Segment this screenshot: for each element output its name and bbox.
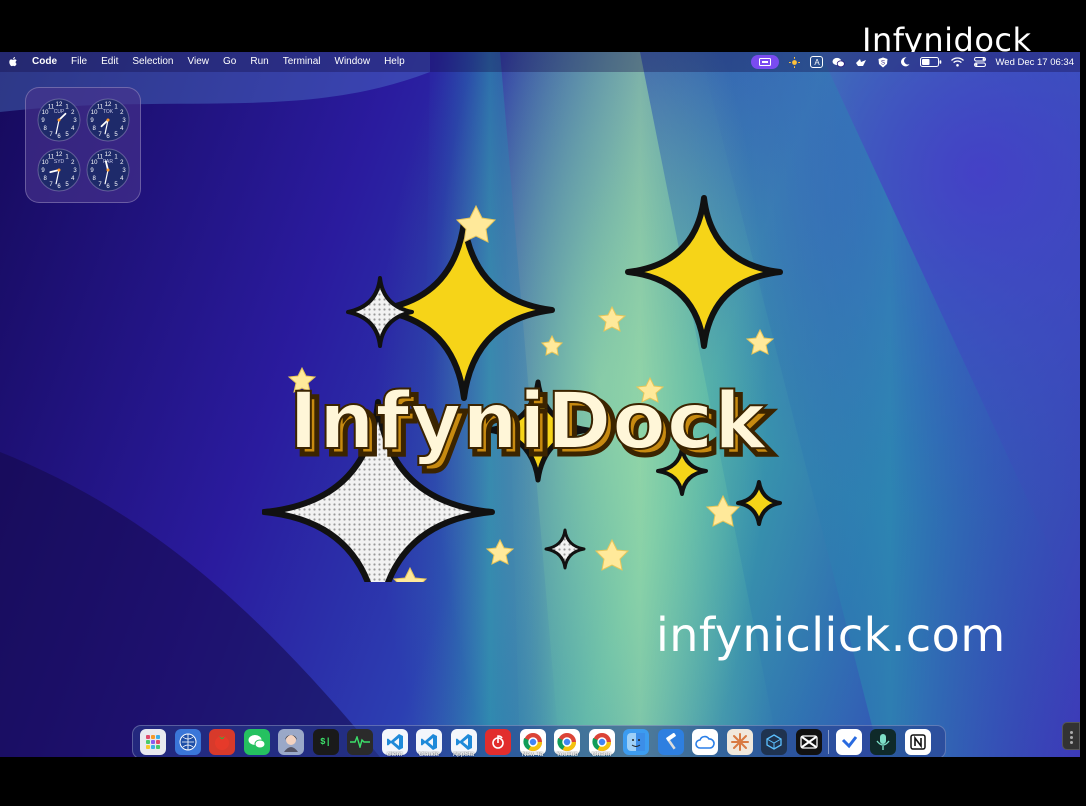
dock-item-chrome-youtube[interactable]: YouTub (552, 727, 582, 757)
world-clock-cup: 1234567891011 12CUP (37, 98, 81, 142)
dock-item-claude-app[interactable] (725, 727, 755, 757)
menu-view[interactable]: View (188, 52, 210, 72)
dock-item-avatar-app[interactable] (276, 727, 306, 757)
gold-star-right (625, 195, 783, 349)
dock-item-cube-app[interactable] (759, 727, 789, 757)
cloud-icon (692, 729, 718, 755)
desktop-screen: Code File Edit Selection View Go Run Ter… (0, 52, 1080, 757)
dock-item-terminal[interactable]: $| (311, 727, 341, 757)
control-center-icon[interactable] (973, 57, 986, 68)
silver-star-small (544, 528, 586, 570)
dock: $| client Claude AppSta New Ta YouTub Chann (132, 725, 946, 757)
dock-item-wechat[interactable] (242, 727, 272, 757)
dock-item-xcode[interactable] (656, 727, 686, 757)
svg-text:12: 12 (56, 152, 63, 158)
cube-icon (761, 729, 787, 755)
svg-text:S: S (881, 60, 885, 66)
chat-bubbles-icon (243, 729, 270, 755)
dock-item-task-app[interactable] (834, 727, 864, 757)
world-clock-widget[interactable]: 1 2 3 4 5 6 7 8 9 10 11 12 CUP 1 2 3 4 5 6 7 8 9 10 11 12 TOK 12… (25, 87, 141, 203)
dock-item-tomato-app[interactable] (207, 727, 237, 757)
clock-city-label: CUP (54, 109, 65, 115)
svg-text:12: 12 (56, 102, 63, 108)
apple-menu-icon[interactable] (8, 56, 18, 68)
notion-icon (904, 729, 931, 755)
world-clock-par: 1234567891011 12PAR (86, 148, 130, 192)
sun-icon[interactable] (788, 56, 801, 68)
logo-wordmark: InfyniDock (289, 377, 768, 467)
world-clock-syd: 1234567891011 12SYD (37, 148, 81, 192)
menu-go[interactable]: Go (223, 52, 236, 72)
clock-city-label: TOK (103, 109, 114, 115)
menu-bar: Code File Edit Selection View Go Run Ter… (0, 52, 1080, 72)
capcut-icon (795, 729, 822, 755)
menu-bar-status-area: A S Wed Dec 17 06:34 (751, 52, 1074, 72)
dock-item-vscode-claude[interactable]: Claude (414, 727, 444, 757)
dock-item-vscode-client[interactable]: client (380, 727, 410, 757)
pulse-icon (347, 729, 373, 755)
terminal-icon: $| (312, 729, 339, 755)
dock-item-vscode-appstore[interactable]: AppSta (449, 727, 479, 757)
svg-text:12: 12 (105, 152, 112, 158)
svg-text:10: 10 (91, 160, 98, 166)
menu-run[interactable]: Run (250, 52, 268, 72)
dock-item-netease-music[interactable] (483, 727, 513, 757)
menu-active-app[interactable]: Code (32, 52, 57, 72)
video-letterbox-bottom (0, 757, 1086, 806)
shield-s-icon[interactable]: S (876, 57, 889, 68)
check-icon (835, 729, 862, 755)
svg-text:10: 10 (42, 110, 49, 116)
clock-city-label: PAR (103, 159, 113, 165)
screen-share-icon[interactable] (751, 55, 780, 69)
dock-item-launchpad[interactable] (138, 727, 168, 757)
dock-item-safari-app[interactable] (173, 727, 203, 757)
dock-item-chrome-newtab[interactable]: New Ta (518, 727, 548, 757)
music-icon (485, 729, 511, 755)
wifi-icon[interactable] (951, 57, 965, 68)
dock-item-cloud-drive[interactable] (690, 727, 720, 757)
finder-icon (623, 729, 649, 755)
dock-item-finder[interactable] (621, 727, 651, 757)
grid-icon (140, 729, 166, 755)
gold-star-small-2 (736, 480, 782, 526)
dock-item-mic-app[interactable] (868, 727, 898, 757)
hammer-icon (657, 729, 684, 755)
dock-item-notion[interactable] (903, 727, 933, 757)
site-url: infyniclick.com (656, 608, 1006, 662)
mic-icon (870, 729, 896, 755)
menu-file[interactable]: File (71, 52, 87, 72)
dock-item-activity-monitor[interactable] (345, 727, 375, 757)
wechat-icon[interactable] (832, 57, 846, 68)
svg-text:10: 10 (42, 160, 49, 166)
input-source-icon[interactable]: A (810, 56, 824, 68)
clock-city-label: SYD (54, 159, 65, 165)
world-clock-tok: 1234567891011 12TOK (86, 98, 130, 142)
dock-separator (828, 730, 829, 754)
battery-icon[interactable] (920, 57, 942, 68)
menu-edit[interactable]: Edit (101, 52, 118, 72)
svg-text:12: 12 (105, 102, 112, 108)
dock-item-chrome-channel[interactable]: Chann (587, 727, 617, 757)
menu-bar-clock[interactable]: Wed Dec 17 06:34 (995, 57, 1074, 68)
menu-selection[interactable]: Selection (132, 52, 173, 72)
menu-window[interactable]: Window (335, 52, 371, 72)
side-panel-handle[interactable] (1062, 722, 1080, 750)
moon-icon[interactable] (898, 57, 911, 68)
asterisk-icon (726, 729, 753, 755)
menu-terminal[interactable]: Terminal (283, 52, 321, 72)
globe-icon (174, 729, 201, 755)
tomato-icon (209, 729, 235, 755)
svg-text:10: 10 (91, 110, 98, 116)
menu-help[interactable]: Help (384, 52, 405, 72)
dock-item-capcut[interactable] (794, 727, 824, 757)
avatar-icon (278, 729, 304, 755)
silver-star-top (346, 276, 414, 348)
bird-icon[interactable] (854, 57, 867, 68)
infynidock-logo: InfyniDock InfyniDock (262, 195, 783, 582)
